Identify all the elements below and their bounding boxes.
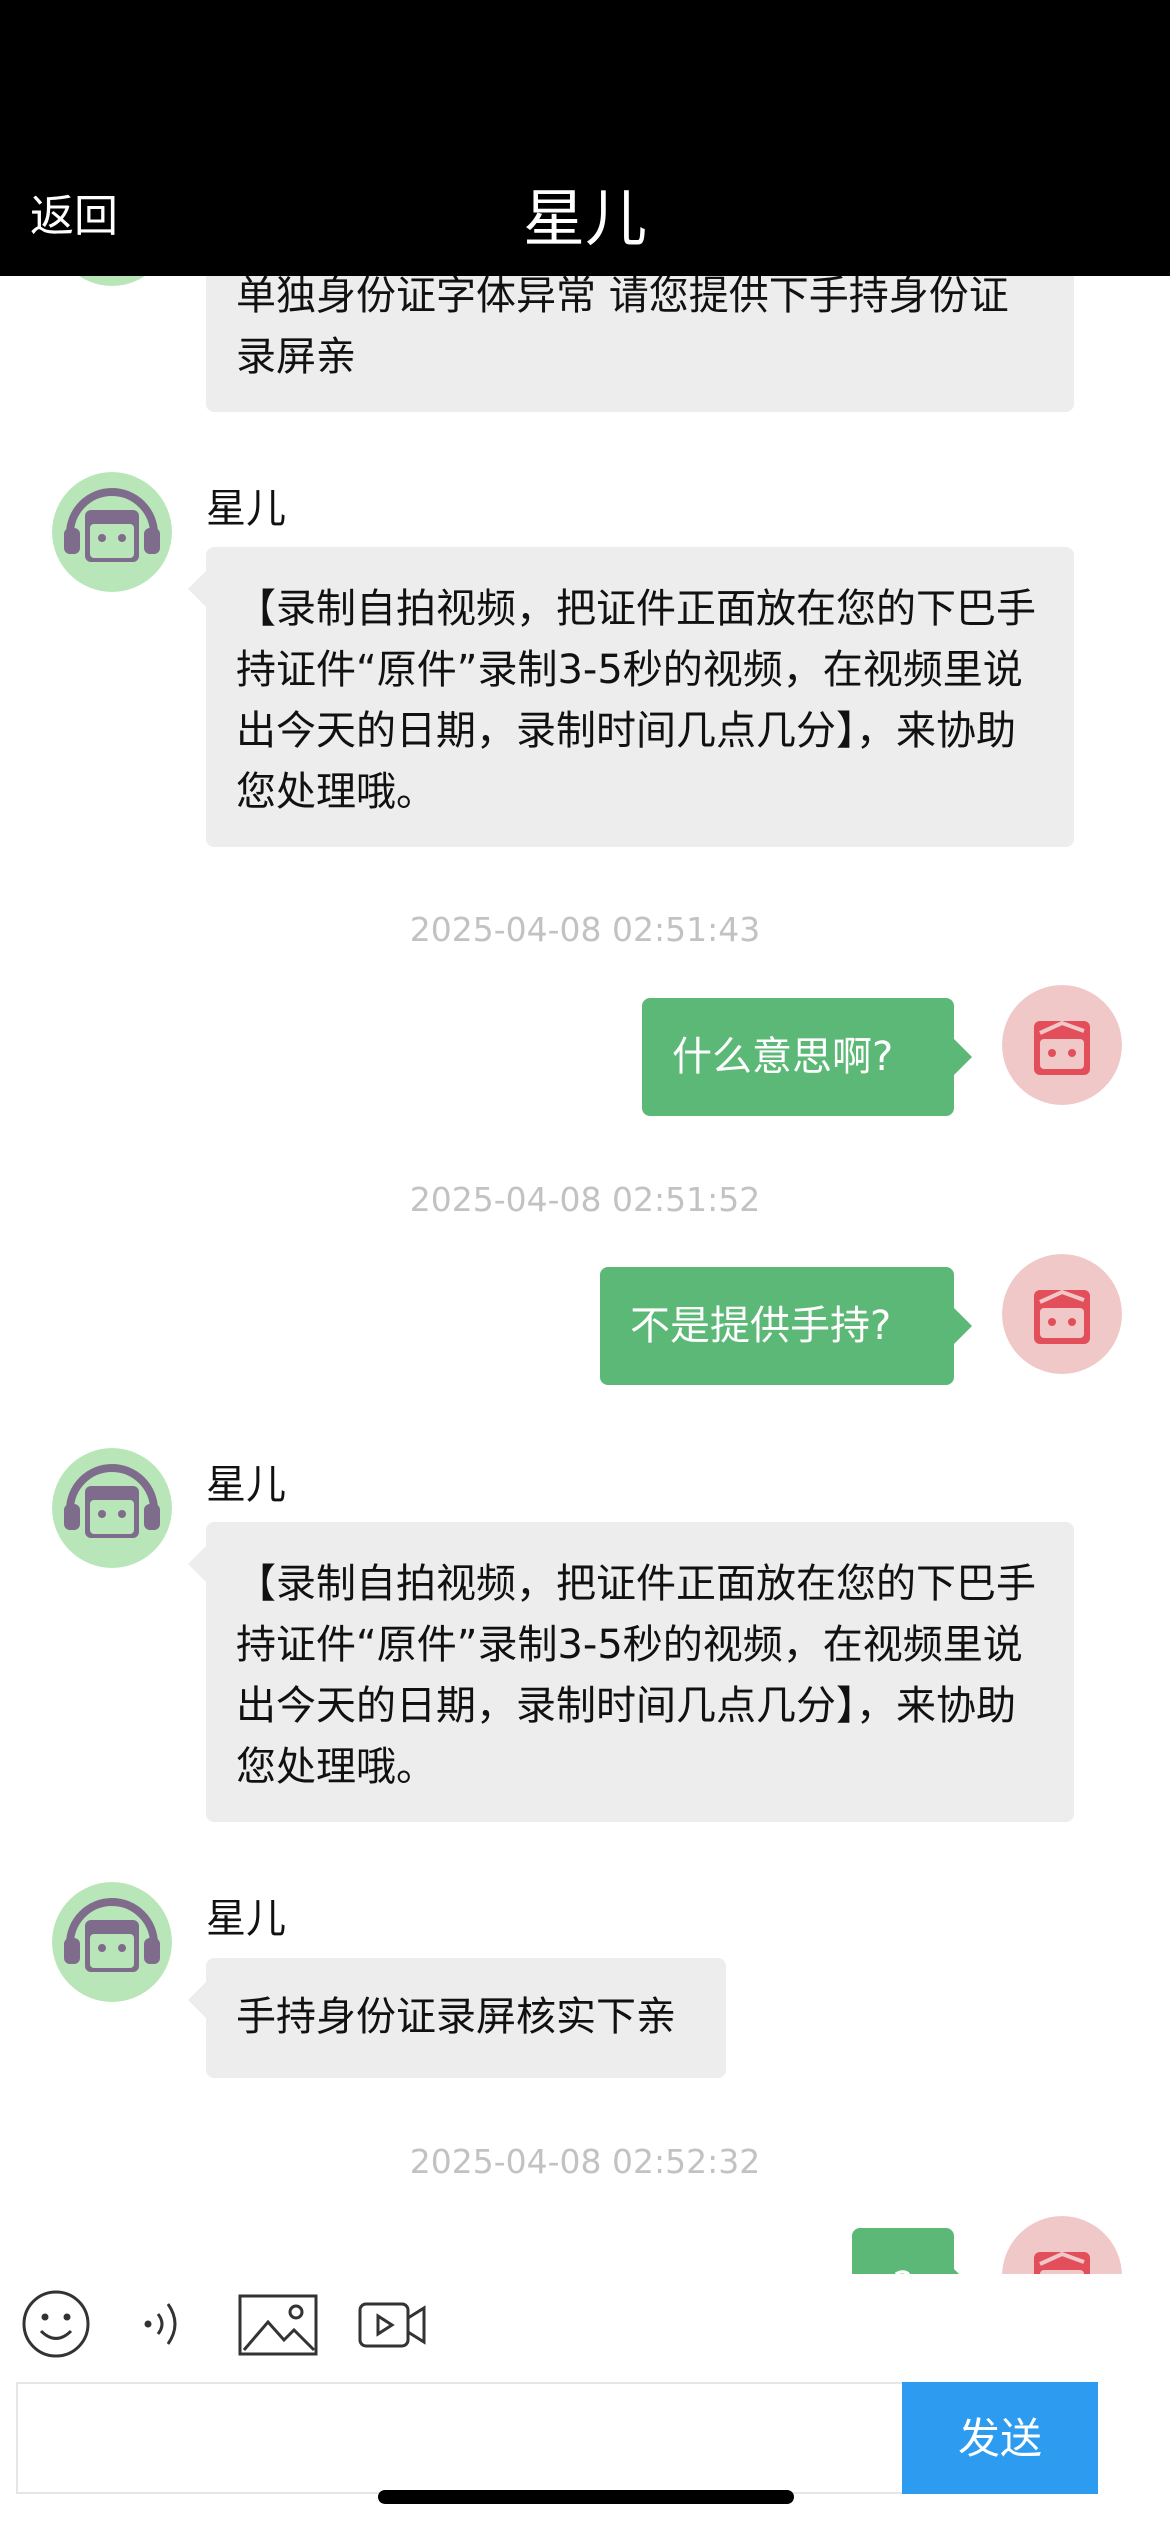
message-text: 【录制自拍视频，把证件正面放在您的下巴手持证件“原件”录制3-5秒的视频，在视频… (236, 1561, 1036, 1790)
message-bubble: 单独身份证字体异常 请您提供下手持身份证录屏亲 (206, 276, 1074, 412)
sender-name: 星儿 (206, 1462, 286, 1508)
message-bubble: 【录制自拍视频，把证件正面放在您的下巴手持证件“原件”录制3-5秒的视频，在视频… (188, 1522, 1074, 1822)
agent-avatar-icon[interactable] (52, 1882, 172, 2002)
message-bubble: 手持身份证录屏核实下亲 (188, 1958, 726, 2078)
timestamp: 2025-04-08 02:51:43 (409, 910, 761, 949)
chat-list[interactable]: 单独身份证字体异常 请您提供下手持身份证录屏亲 星儿 【录制自拍视频，把证件正面… (0, 276, 1170, 2274)
send-button[interactable]: 发送 (902, 2382, 1098, 2494)
input-row: 发送 (0, 2374, 1170, 2532)
home-indicator (378, 2490, 794, 2504)
user-avatar-icon[interactable] (1002, 2216, 1122, 2274)
message-text: ? (892, 2264, 913, 2274)
message-text: 手持身份证录屏核实下亲 (236, 1994, 676, 2040)
agent-avatar-icon[interactable] (52, 1448, 172, 1568)
message-text: 不是提供手持? (630, 1303, 892, 1349)
user-avatar-icon[interactable] (1002, 985, 1122, 1105)
message-bubble-outgoing: 什么意思啊? (642, 998, 972, 1116)
nav-bar: 返回 星儿 (0, 0, 1170, 276)
message-text: 什么意思啊? (672, 1034, 894, 1080)
video-icon[interactable] (358, 2296, 426, 2356)
message-text: 单独身份证字体异常 请您提供下手持身份证录屏亲 (236, 276, 1009, 380)
timestamp: 2025-04-08 02:51:52 (409, 1180, 761, 1219)
page-title: 星儿 (522, 182, 647, 255)
timestamp: 2025-04-08 02:52:32 (409, 2142, 761, 2181)
emoji-icon[interactable] (20, 2288, 92, 2364)
message-text: 【录制自拍视频，把证件正面放在您的下巴手持证件“原件”录制3-5秒的视频，在视频… (236, 586, 1036, 815)
sender-name: 星儿 (206, 1896, 286, 1942)
message-bubble: 【录制自拍视频，把证件正面放在您的下巴手持证件“原件”录制3-5秒的视频，在视频… (188, 547, 1074, 847)
message-bubble-outgoing: 不是提供手持? (600, 1267, 972, 1385)
voice-icon[interactable] (136, 2292, 196, 2360)
input-toolbar (0, 2274, 1170, 2374)
user-avatar-icon[interactable] (1002, 1254, 1122, 1374)
image-icon[interactable] (238, 2294, 318, 2360)
agent-avatar-icon[interactable] (52, 472, 172, 592)
message-bubble-outgoing: ? (852, 2228, 972, 2274)
agent-avatar-icon (52, 276, 172, 286)
sender-name: 星儿 (206, 486, 286, 532)
message-input[interactable] (16, 2382, 902, 2494)
